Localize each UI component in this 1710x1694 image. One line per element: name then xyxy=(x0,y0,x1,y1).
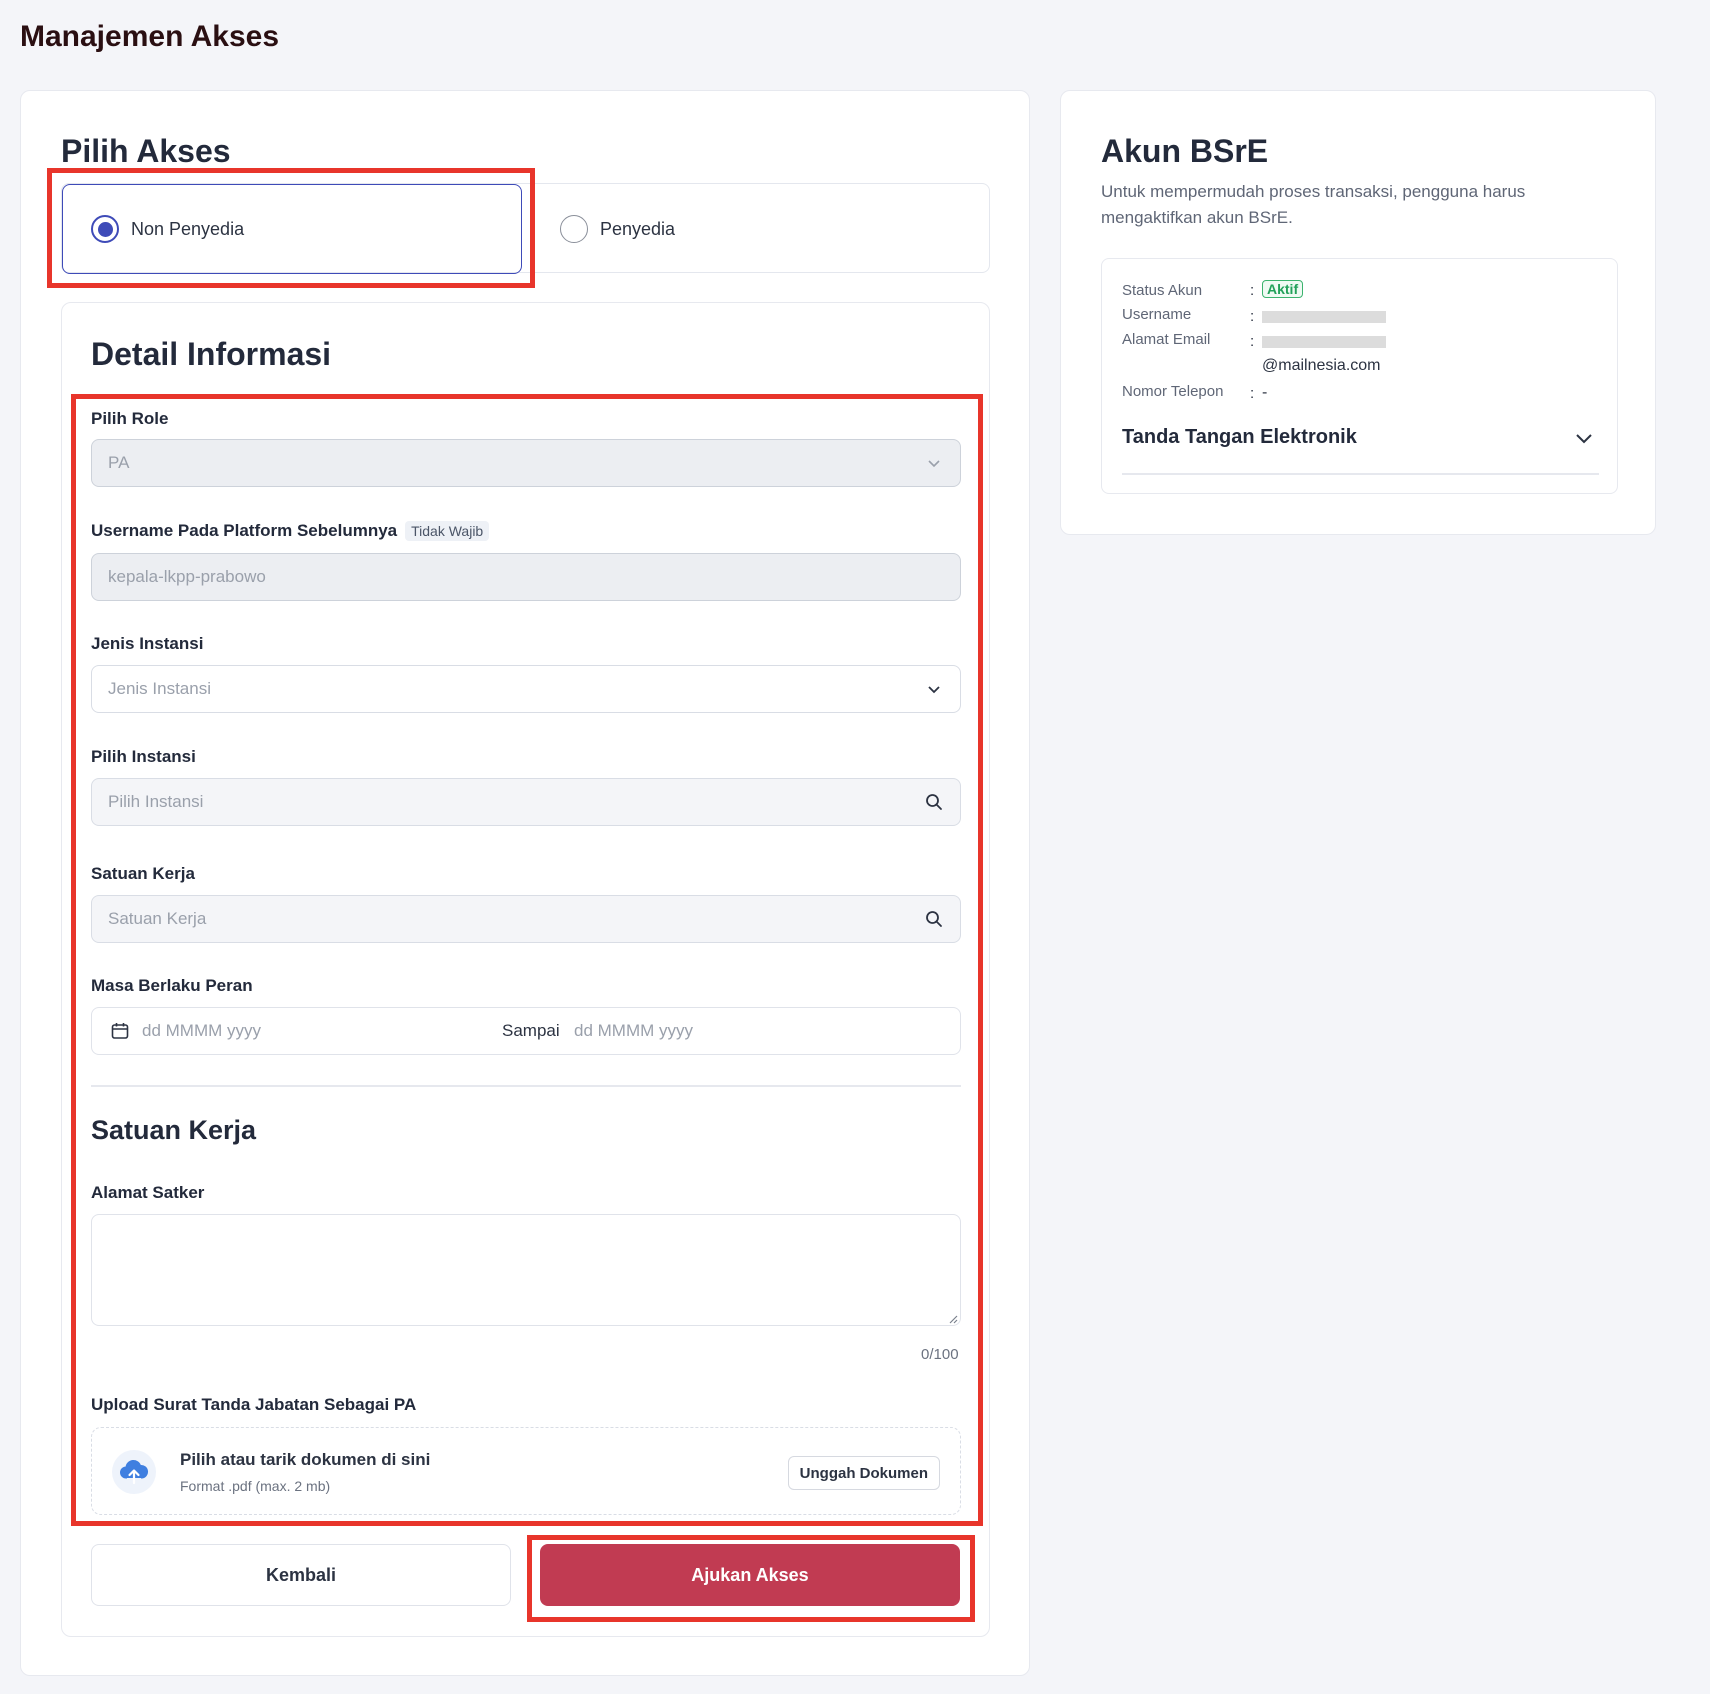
radio-selected-icon xyxy=(91,215,119,243)
page-title: Manajemen Akses xyxy=(20,20,280,53)
jenis-instansi-label: Jenis Instansi xyxy=(91,634,204,653)
satker-section-title: Satuan Kerja xyxy=(91,1115,257,1145)
role-value: PA xyxy=(108,453,130,472)
bsre-title: Akun BSrE xyxy=(1101,133,1269,169)
role-select[interactable]: PA xyxy=(91,439,961,487)
upload-format-hint: Format .pdf (max. 2 mb) xyxy=(180,1478,331,1494)
resize-handle-icon[interactable] xyxy=(946,1311,958,1324)
chevron-down-icon xyxy=(924,453,944,473)
detail-section-title: Detail Informasi xyxy=(91,336,332,372)
phone-label: Nomor Telepon xyxy=(1122,383,1224,400)
upload-document-button[interactable]: Unggah Dokumen xyxy=(787,1456,940,1490)
bsre-info-panel: Status Akun : Aktif Username : Alamat Em… xyxy=(1101,258,1618,494)
search-icon xyxy=(924,792,944,812)
section-divider xyxy=(91,1085,961,1087)
colon: : xyxy=(1250,308,1255,325)
status-label: Status Akun xyxy=(1122,282,1203,299)
cloud-upload-icon xyxy=(112,1450,156,1494)
end-date-input[interactable]: dd MMMM yyyy xyxy=(574,1008,693,1054)
instansi-label: Pilih Instansi xyxy=(91,747,196,766)
username-label: Username Pada Platform Sebelumnya Tidak W… xyxy=(91,521,490,541)
instansi-placeholder: Pilih Instansi xyxy=(108,792,204,811)
date-range-picker[interactable]: dd MMMM yyyy Sampai dd MMMM yyyy xyxy=(91,1007,961,1055)
date-range-separator: Sampai xyxy=(502,1021,560,1040)
role-label: Pilih Role xyxy=(91,409,169,428)
satuan-kerja-placeholder: Satuan Kerja xyxy=(108,909,207,928)
satuan-kerja-label: Satuan Kerja xyxy=(91,864,195,883)
search-icon xyxy=(924,909,944,929)
signature-accordion-title[interactable]: Tanda Tangan Elektronik xyxy=(1122,426,1357,449)
status-badge: Aktif xyxy=(1262,280,1304,298)
submit-access-button[interactable]: Ajukan Akses xyxy=(540,1544,960,1606)
upload-label: Upload Surat Tanda Jabatan Sebagai PA xyxy=(91,1395,417,1414)
username-placeholder: kepala-lkpp-prabowo xyxy=(108,567,266,586)
jenis-instansi-placeholder: Jenis Instansi xyxy=(108,679,211,698)
char-counter: 0/100 xyxy=(921,1346,959,1363)
alamat-satker-label: Alamat Satker xyxy=(91,1183,205,1202)
instansi-search-input[interactable]: Pilih Instansi xyxy=(91,778,961,826)
chevron-down-icon xyxy=(924,679,944,699)
radio-unselected-icon xyxy=(560,215,588,243)
phone-value: - xyxy=(1262,384,1268,401)
radio-label: Non Penyedia xyxy=(131,218,245,239)
access-form-card: Pilih Akses Non Penyedia Penyedia Detail… xyxy=(20,90,1030,1676)
accordion-divider xyxy=(1122,473,1599,475)
username-input[interactable]: kepala-lkpp-prabowo xyxy=(91,553,961,601)
username-label: Username xyxy=(1122,306,1192,323)
access-type-group: Non Penyedia Penyedia xyxy=(61,183,990,274)
chevron-down-icon[interactable] xyxy=(1573,427,1595,449)
masa-berlaku-label: Masa Berlaku Peran xyxy=(91,976,253,995)
satuan-kerja-search-input[interactable]: Satuan Kerja xyxy=(91,895,961,943)
bsre-description: Untuk mempermudah proses transaksi, peng… xyxy=(1101,182,1526,227)
radio-penyedia[interactable]: Penyedia xyxy=(560,184,675,274)
colon: : xyxy=(1250,282,1255,299)
optional-badge: Tidak Wajib xyxy=(405,521,490,541)
bsre-account-card: Akun BSrE Untuk mempermudah proses trans… xyxy=(1060,90,1656,535)
upload-title: Pilih atau tarik dokumen di sini xyxy=(180,1450,431,1469)
start-date-input[interactable]: dd MMMM yyyy xyxy=(142,1008,261,1054)
jenis-instansi-select[interactable]: Jenis Instansi xyxy=(91,665,961,713)
upload-dropzone[interactable]: Pilih atau tarik dokumen di sini Format … xyxy=(91,1427,961,1515)
redacted-email xyxy=(1262,336,1386,348)
access-section-title: Pilih Akses xyxy=(61,133,231,169)
colon: : xyxy=(1250,385,1255,402)
alamat-satker-textarea[interactable] xyxy=(91,1214,961,1326)
radio-label: Penyedia xyxy=(600,218,676,239)
back-button[interactable]: Kembali xyxy=(91,1544,511,1606)
email-label: Alamat Email xyxy=(1122,331,1211,348)
redacted-username xyxy=(1262,311,1386,323)
email-suffix: @mailnesia.com xyxy=(1262,357,1381,374)
radio-non-penyedia[interactable]: Non Penyedia xyxy=(62,184,522,274)
calendar-icon xyxy=(110,1008,132,1054)
colon: : xyxy=(1250,333,1255,350)
